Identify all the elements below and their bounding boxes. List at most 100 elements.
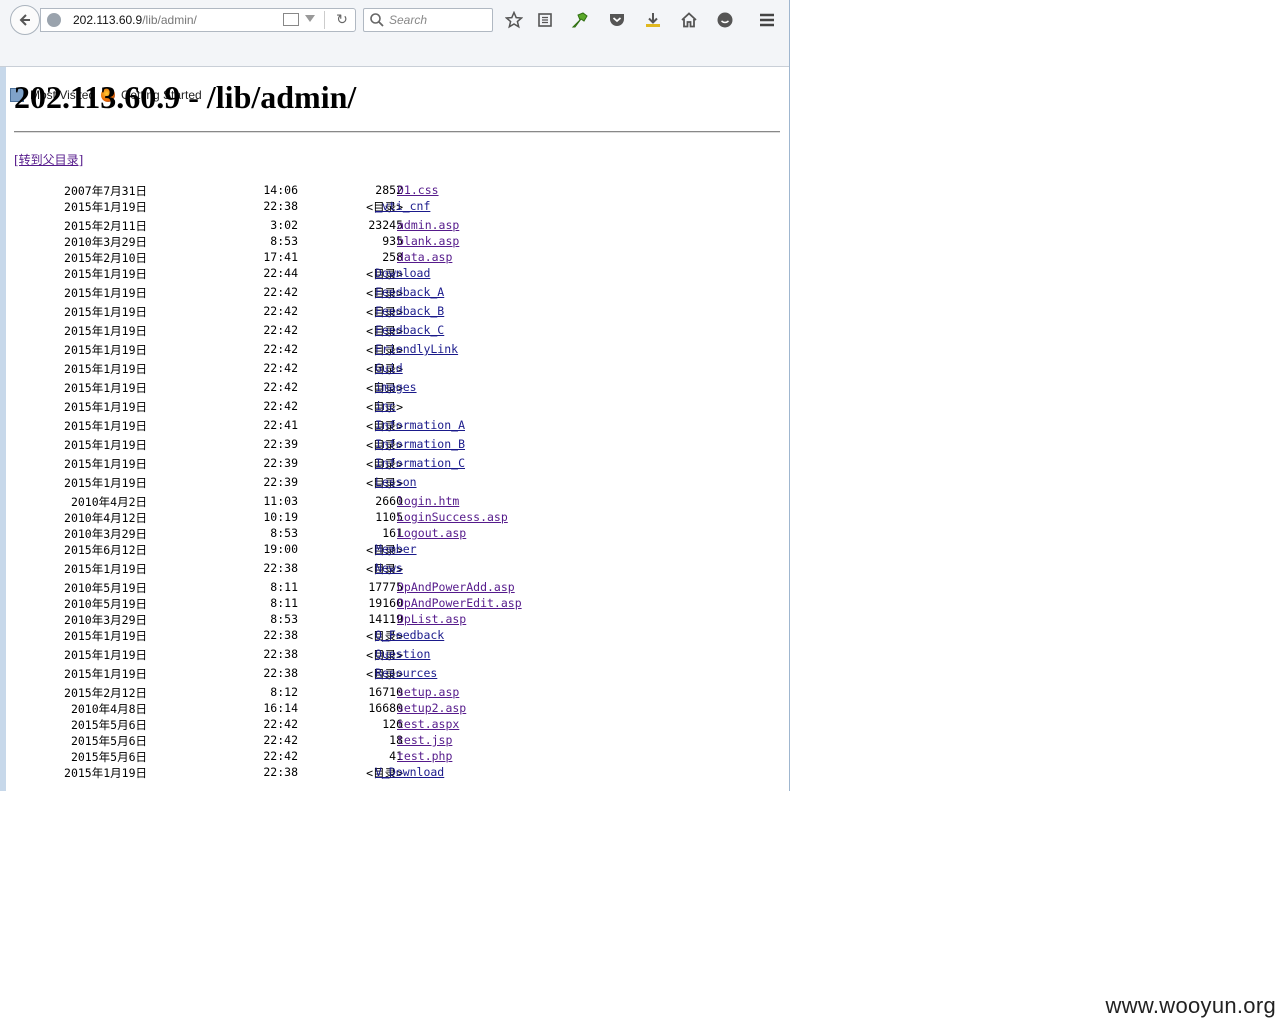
directory-row: 2015年1月19日 22:42 <目录> Feedback_B [14, 304, 714, 323]
entry-time: 22:42 [263, 285, 298, 299]
directory-link[interactable]: Member [375, 542, 417, 556]
page-content: 202.113.60.9 - /lib/admin/ [转到父目录] [14, 67, 780, 167]
file-link[interactable]: setup2.asp [397, 701, 466, 715]
directory-link[interactable]: News [375, 561, 403, 575]
directory-link[interactable]: FriendlyLink [375, 342, 458, 356]
directory-link[interactable]: Guid [375, 361, 403, 375]
file-link[interactable]: OpAndPowerAdd.asp [397, 580, 515, 594]
file-row: 2015年5月6日 22:42 18 test.jsp [14, 733, 714, 749]
directory-row: 2015年1月19日 22:38 <目录> _vti_cnf [14, 199, 714, 218]
entry-time: 8:53 [270, 526, 298, 540]
directory-link[interactable]: _vti_cnf [375, 199, 430, 213]
bookmarks-toolbar: Most Visited Getting Started [0, 41, 789, 102]
file-link[interactable]: test.php [397, 749, 452, 763]
directory-row: 2015年1月19日 22:38 <目录> V_Download [14, 765, 714, 784]
file-row: 2015年2月10日 17:41 258 data.asp [14, 250, 714, 266]
file-link[interactable]: setup.asp [397, 685, 459, 699]
directory-link[interactable]: Information_B [375, 437, 465, 451]
extension-icon[interactable] [570, 10, 590, 30]
search-bar[interactable]: Search [363, 8, 493, 32]
watermark: www.wooyun.org [1105, 993, 1276, 1018]
file-link[interactable]: 01.css [397, 183, 439, 197]
entry-date: 2010年5月19日 [64, 581, 147, 595]
url-text[interactable]: 202.113.60.9/lib/admin/ [73, 13, 197, 27]
entry-date: 2015年1月19日 [64, 438, 147, 452]
directory-link[interactable]: inc [375, 399, 396, 413]
history-dropdown-icon[interactable] [305, 15, 315, 22]
entry-date: 2010年3月29日 [64, 527, 147, 541]
directory-row: 2015年1月19日 22:39 <目录> Information_C [14, 456, 714, 475]
globe-icon [47, 13, 61, 27]
sidebar-edge [0, 67, 6, 791]
reload-icon[interactable]: ↻ [333, 11, 351, 29]
entry-time: 14:06 [263, 183, 298, 197]
file-link[interactable]: LoginSuccess.asp [397, 510, 508, 524]
entry-time: 3:02 [270, 218, 298, 232]
directory-link[interactable]: Q_Feedback [375, 628, 444, 642]
file-link[interactable]: test.aspx [397, 717, 459, 731]
download-icon[interactable] [643, 10, 663, 30]
directory-link[interactable]: Download [375, 266, 430, 280]
directory-link[interactable]: Lesson [375, 475, 417, 489]
directory-row: 2015年1月19日 22:42 <目录> Feedback_A [14, 285, 714, 304]
file-row: 2010年3月29日 8:53 14119 OpList.asp [14, 612, 714, 628]
url-bar[interactable]: 202.113.60.9/lib/admin/ ↻ [40, 8, 356, 32]
entry-date: 2015年1月19日 [64, 457, 147, 471]
file-link[interactable]: admin.asp [397, 218, 459, 232]
entry-date: 2010年3月29日 [64, 235, 147, 249]
entry-date: 2010年4月8日 [70, 702, 147, 716]
file-row: 2010年4月2日 11:03 2660 login.htm [14, 494, 714, 510]
entry-date: 2015年5月6日 [70, 750, 147, 764]
directory-link[interactable]: Information_A [375, 418, 465, 432]
parent-directory-link[interactable]: [转到父目录] [14, 151, 83, 168]
file-link[interactable]: OpAndPowerEdit.asp [397, 596, 522, 610]
file-link[interactable]: blank.asp [397, 234, 459, 248]
menu-icon[interactable] [757, 10, 777, 30]
file-row: 2010年5月19日 8:11 17775 OpAndPowerAdd.asp [14, 580, 714, 596]
page-title: 202.113.60.9 - /lib/admin/ [14, 79, 357, 115]
entry-date: 2010年4月2日 [70, 495, 147, 509]
directory-row: 2015年1月19日 22:38 <目录> Question [14, 647, 714, 666]
directory-link[interactable]: V_Download [375, 765, 444, 779]
directory-row: 2015年6月12日 19:00 <目录> Member [14, 542, 714, 561]
entry-date: 2015年1月19日 [64, 286, 147, 300]
entry-date: 2015年1月19日 [64, 305, 147, 319]
entry-time: 22:38 [263, 666, 298, 680]
star-icon[interactable] [504, 10, 524, 30]
directory-link[interactable]: Feedback_B [375, 304, 444, 318]
file-link[interactable]: Logout.asp [397, 526, 466, 540]
file-row: 2010年4月8日 16:14 16680 setup2.asp [14, 701, 714, 717]
pocket-icon[interactable] [607, 10, 627, 30]
entry-date: 2015年1月19日 [64, 562, 147, 576]
file-link[interactable]: test.jsp [397, 733, 452, 747]
directory-link[interactable]: images [375, 380, 417, 394]
entry-time: 8:11 [270, 580, 298, 594]
search-placeholder: Search [389, 13, 428, 27]
directory-link[interactable]: Feedback_C [375, 323, 444, 337]
entry-date: 2010年4月12日 [64, 511, 147, 525]
home-icon[interactable] [679, 10, 699, 30]
chat-icon[interactable] [715, 10, 735, 30]
entry-time: 22:41 [263, 418, 298, 432]
directory-link[interactable]: Question [375, 647, 430, 661]
entry-time: 22:38 [263, 199, 298, 213]
entry-date: 2015年1月19日 [64, 362, 147, 376]
directory-row: 2015年1月19日 22:42 <目录> FriendlyLink [14, 342, 714, 361]
file-link[interactable]: data.asp [397, 250, 452, 264]
entry-time: 22:42 [263, 342, 298, 356]
file-row: 2010年4月12日 10:19 1105 LoginSuccess.asp [14, 510, 714, 526]
directory-link[interactable]: Information_C [375, 456, 465, 470]
back-button[interactable] [10, 5, 40, 35]
entry-time: 22:42 [263, 733, 298, 747]
directory-link[interactable]: Resources [375, 666, 437, 680]
file-link[interactable]: OpList.asp [397, 612, 466, 626]
entry-time: 22:42 [263, 717, 298, 731]
file-link[interactable]: login.htm [397, 494, 459, 508]
reader-view-icon[interactable] [283, 13, 299, 26]
entry-time: 22:44 [263, 266, 298, 280]
entry-time: 8:53 [270, 612, 298, 626]
divider [14, 131, 780, 133]
reading-list-icon[interactable] [535, 10, 555, 30]
directory-link[interactable]: Feedback_A [375, 285, 444, 299]
entry-time: 22:38 [263, 628, 298, 642]
